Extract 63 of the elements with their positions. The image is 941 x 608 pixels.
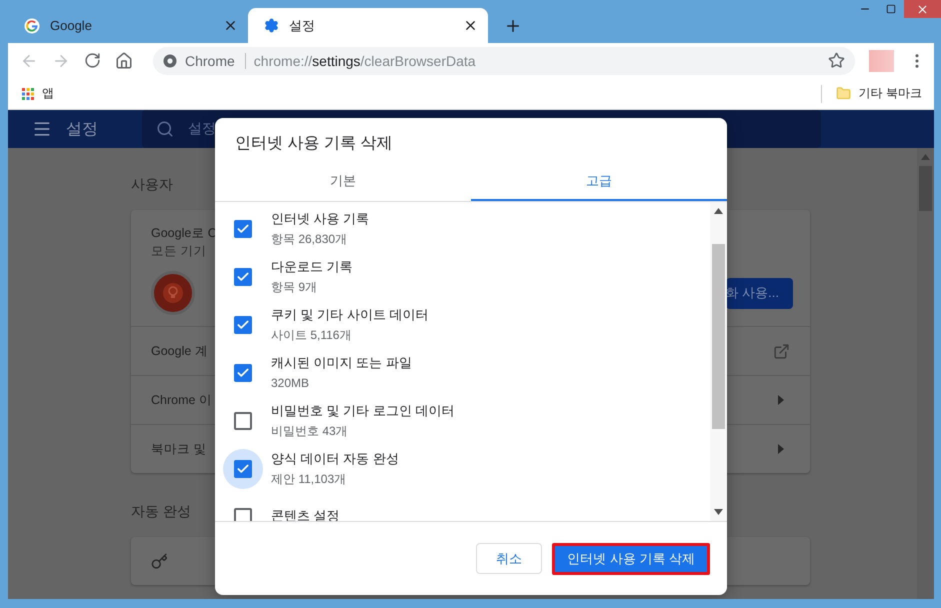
option-detail: 비밀번호 43개 [271,423,349,440]
star-icon[interactable] [828,52,845,69]
option-label: 쿠키 및 기타 사이트 데이터 [271,306,428,323]
scroll-up-icon[interactable] [714,208,723,214]
scroll-down-icon[interactable] [714,509,723,515]
reload-icon[interactable] [84,52,101,69]
check-icon [236,366,250,380]
option-label: 캐시된 이미지 또는 파일 [271,354,412,371]
scrollbar[interactable] [710,202,727,521]
cancel-button[interactable]: 취소 [476,543,542,574]
dialog-tab[interactable]: 기본 [215,163,471,201]
settings-row-label[interactable]: 북마크 및 [151,440,206,458]
section-title: 자동 완성 [131,503,191,521]
page-title: 설정 [66,120,99,140]
option-label: 콘텐츠 설정 [271,506,340,521]
dialog-title: 인터넷 사용 기록 삭제 [234,134,394,154]
option-detail: 사이트 5,116개 [271,327,352,344]
option-label: 양식 데이터 자동 완성 [271,450,399,467]
option-label: 다운로드 기록 [271,258,353,275]
option-detail: 항목 9개 [271,279,318,296]
search-icon [156,120,174,138]
option-label: 비밀번호 및 기타 로그인 데이터 [271,402,454,419]
profile-avatar [151,271,195,315]
gear-icon [264,18,279,33]
checkbox[interactable] [234,268,252,286]
sync-description: 모든 기기 [151,243,206,260]
option-detail: 제안 11,103개 [271,471,348,488]
sync-button[interactable]: 화 사용... [726,278,793,308]
option-label: 인터넷 사용 기록 [271,210,370,227]
option-detail: 항목 26,830개 [271,231,348,248]
bookmark-folder[interactable]: 기타 북마크 [858,85,922,102]
option-detail: 320MB [271,375,310,392]
scrollbar[interactable] [917,148,934,599]
check-icon [236,270,250,284]
home-icon[interactable] [115,52,133,70]
settings-row-label[interactable]: Google 계 [151,342,208,360]
dialog-tab[interactable]: 고급 [471,163,727,201]
checkbox[interactable] [234,316,252,334]
checkbox[interactable] [234,460,252,478]
checkbox[interactable] [234,220,252,238]
checkbox[interactable] [234,364,252,382]
checkbox[interactable] [234,508,252,521]
check-icon [236,462,250,476]
browser-tab[interactable]: 설정 [248,8,488,43]
close-icon[interactable] [223,18,238,33]
browser-tab[interactable]: Google [8,8,248,43]
check-icon [236,318,250,332]
new-tab-icon[interactable] [504,17,522,35]
google-icon [24,18,40,34]
checkbox[interactable] [234,412,252,430]
caret-icon[interactable] [778,444,784,454]
section-title: 사용자 [131,176,173,194]
check-icon [236,222,250,236]
caret-icon[interactable] [778,395,784,405]
address-bar[interactable]: Chrome chrome://settings/clearBrowserData [153,46,855,74]
settings-row-label[interactable]: Chrome 이 [151,392,212,408]
clear-data-button[interactable]: 인터넷 사용 기록 삭제 [552,542,710,574]
key-icon [151,552,168,570]
apps-link[interactable]: 앱 [42,85,54,102]
chrome-icon [163,54,177,68]
apps-icon[interactable] [22,88,34,100]
scrollbar-thumb[interactable] [712,244,725,429]
close-icon[interactable] [463,18,478,33]
